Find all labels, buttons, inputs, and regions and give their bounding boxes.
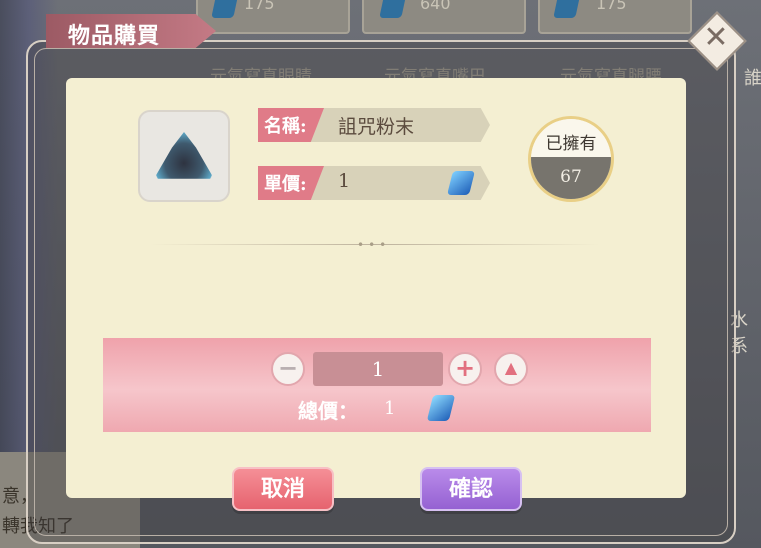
blue-gem-icon xyxy=(447,171,475,195)
unit-price: 1 xyxy=(338,170,351,192)
cancel-button[interactable]: 取消 xyxy=(232,467,334,511)
owned-count: 67 xyxy=(560,167,582,187)
name-label: 名稱: xyxy=(264,116,307,137)
max-quantity-button[interactable]: ▲ xyxy=(494,352,528,386)
side-label: 誰 xyxy=(744,68,761,89)
close-x-icon: ✕ xyxy=(703,20,729,55)
price-label: 單價: xyxy=(264,174,307,195)
quantity-field[interactable]: 1 xyxy=(313,352,443,386)
name-tag: 名稱: xyxy=(258,108,324,142)
decrease-quantity-button[interactable]: − xyxy=(271,352,305,386)
shop-count: 175 xyxy=(244,0,275,13)
total-price-value: 1 xyxy=(384,398,396,419)
item-name-row: 名稱: 詛咒粉末 xyxy=(258,108,490,142)
item-name: 詛咒粉末 xyxy=(338,116,415,138)
close-button[interactable]: ✕ xyxy=(687,11,747,71)
unit-price-row: 單價: 1 xyxy=(258,166,490,200)
cursed-powder-item-icon xyxy=(138,110,230,202)
price-tag: 單價: xyxy=(258,166,324,200)
increase-quantity-button[interactable]: + xyxy=(448,352,482,386)
dialog-title-tab: 物品購買 xyxy=(46,14,216,48)
owned-label: 已擁有 xyxy=(545,134,597,154)
divider-dots: ••• xyxy=(357,238,391,252)
owned-badge: 已擁有 67 xyxy=(528,116,614,202)
shop-count: 640 xyxy=(420,0,451,13)
powder-pile-icon xyxy=(154,132,214,179)
shop-count: 175 xyxy=(596,0,627,13)
confirm-button[interactable]: 確認 xyxy=(420,467,522,511)
total-price-label: 總價： xyxy=(298,399,358,423)
dialog-title: 物品購買 xyxy=(68,23,161,49)
